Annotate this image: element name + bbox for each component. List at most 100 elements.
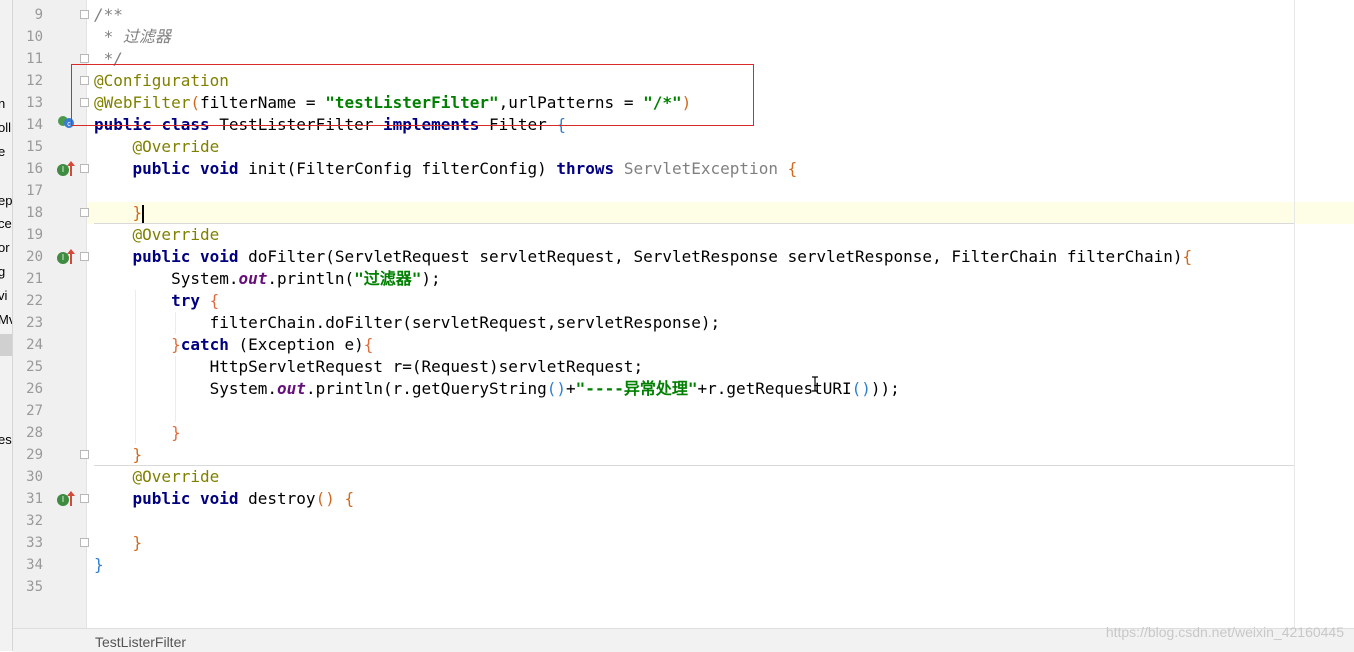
line-number: 30 [26, 469, 43, 485]
line-number: 9 [34, 7, 43, 23]
annotation-text: @Override [132, 467, 220, 486]
code-text: r.getQueryString [392, 379, 547, 398]
line-number: 35 [26, 579, 43, 595]
code-text: HttpServletRequest r=(Request)servletReq… [209, 357, 644, 376]
string-literal: "----异常处理" [575, 379, 698, 398]
code-line-28: } [171, 423, 181, 442]
code-line-29: } [132, 445, 143, 464]
code-text: System. [171, 269, 239, 288]
line-number: 15 [26, 139, 43, 155]
keyword: try [171, 291, 200, 310]
code-line-18: } [132, 203, 145, 223]
line-number: 33 [26, 535, 43, 551]
code-text: System. [209, 379, 278, 398]
right-margin-line [1294, 0, 1295, 628]
line-number: 28 [26, 425, 43, 441]
keyword: void [199, 489, 239, 508]
line-number: 25 [26, 359, 43, 375]
project-item[interactable]: ep [0, 193, 12, 208]
project-item[interactable]: n [0, 96, 5, 111]
code-line-34: } [94, 555, 104, 574]
line-number: 34 [26, 557, 43, 573]
project-panel-edge[interactable]: n oll e ep ce or g vi Mv es [0, 0, 13, 651]
keyword: public [132, 159, 191, 178]
line-number: 31 [26, 491, 43, 507]
code-line-20: public void doFilter(ServletRequest serv… [132, 247, 1193, 266]
project-item[interactable]: Mv [0, 312, 12, 327]
code-line-15: @Override [94, 136, 220, 158]
code-line-24: }catch (Exception e){ [171, 335, 374, 354]
line-number: 22 [26, 293, 43, 309]
project-item[interactable]: e [0, 144, 5, 159]
code-line-23: filterChain.doFilter(servletRequest,serv… [94, 312, 721, 334]
keyword: catch [180, 335, 229, 354]
line-number: 17 [26, 183, 43, 199]
project-item[interactable]: vi [0, 288, 7, 303]
code-text: filterChain.doFilter(servletRequest,serv… [209, 313, 721, 332]
static-field: out [238, 269, 268, 288]
text-caret [142, 204, 145, 223]
line-number: 29 [26, 447, 43, 463]
code-line-21: System.out.println("过滤器"); [94, 268, 441, 290]
project-item[interactable]: es [0, 432, 12, 447]
highlight-annotation-box [71, 64, 754, 126]
line-number: 27 [26, 403, 43, 419]
code-line-22: try { [171, 291, 220, 310]
line-number: 20 [26, 249, 43, 265]
line-number: 10 [26, 29, 43, 45]
annotation-text: @Override [132, 225, 220, 244]
string-literal: "过滤器" [354, 269, 422, 288]
code-line-33: } [132, 533, 143, 552]
comment-text: /** [94, 5, 123, 24]
breadcrumb[interactable]: TestListerFilter [95, 634, 186, 650]
code-text: init(FilterConfig filterConfig) [238, 159, 557, 178]
line-number: 18 [26, 205, 43, 221]
code-line-19: @Override [94, 224, 220, 246]
code-line-10: * 过滤器 [94, 26, 171, 48]
line-number: 19 [26, 227, 43, 243]
line-number: 21 [26, 271, 43, 287]
line-number: 12 [26, 73, 43, 89]
line-number: 23 [26, 315, 43, 331]
project-item[interactable]: or [0, 240, 10, 255]
exception-name: ServletException [623, 159, 778, 178]
project-item[interactable]: ce [0, 216, 12, 231]
project-item[interactable]: oll [0, 120, 11, 135]
static-field: out [277, 379, 306, 398]
mouse-ibeam-cursor-icon [812, 376, 818, 392]
line-number: 14 [26, 117, 43, 133]
comment-text: * 过滤器 [94, 27, 171, 46]
code-line-9: /** [94, 4, 123, 26]
keyword: public [132, 489, 191, 508]
code-text: doFilter(ServletRequest servletRequest, … [238, 247, 1183, 266]
code-line-25: HttpServletRequest r=(Request)servletReq… [94, 356, 643, 378]
line-number: 13 [26, 95, 43, 111]
go-to-super-arrow-icon[interactable] [67, 161, 75, 176]
line-number: 32 [26, 513, 43, 529]
watermark-text: https://blog.csdn.net/weixin_42160445 [1105, 624, 1344, 640]
line-number: 11 [26, 51, 43, 67]
code-line-26: System.out.println(r.getQueryString()+"-… [209, 379, 900, 398]
go-to-super-arrow-icon[interactable] [67, 491, 75, 506]
keyword: public [132, 247, 191, 266]
go-to-super-arrow-icon[interactable] [67, 249, 75, 264]
code-text: +r.getRequestURI [697, 379, 852, 398]
code-text: (Exception e) [228, 335, 364, 354]
line-number: 26 [26, 381, 43, 397]
line-number: 16 [26, 161, 43, 177]
code-text: .println( [267, 269, 355, 288]
keyword: void [199, 159, 239, 178]
code-line-16: public void init(FilterConfig filterConf… [132, 159, 798, 178]
project-item[interactable]: g [0, 264, 5, 279]
code-text: )); [870, 379, 900, 398]
project-item-selected[interactable] [0, 334, 12, 356]
code-line-31: public void destroy() { [132, 489, 355, 508]
annotation-text: @Override [132, 137, 220, 156]
keyword: void [199, 247, 239, 266]
code-text: .println( [305, 379, 393, 398]
code-text: destroy [238, 489, 316, 508]
line-number: 24 [26, 337, 43, 353]
code-line-30: @Override [94, 466, 220, 488]
code-text: ); [421, 269, 441, 288]
keyword: throws [556, 159, 615, 178]
